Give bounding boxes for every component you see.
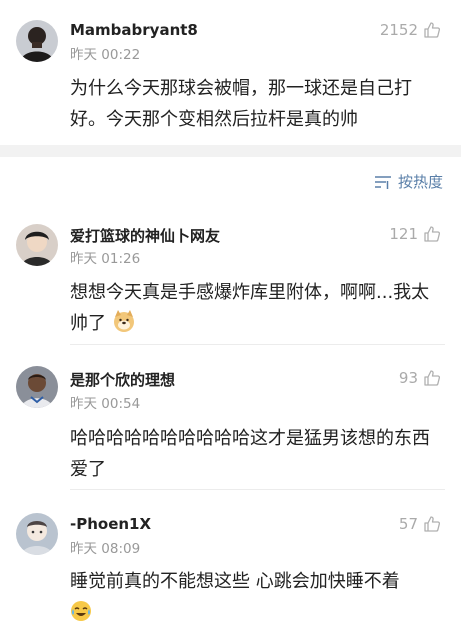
avatar[interactable] [16,20,58,62]
like-button[interactable]: 57 [399,515,441,533]
divider [70,344,445,345]
username[interactable]: 爱打篮球的神仙卜网友 [70,225,220,246]
comment-text: 哈哈哈哈哈哈哈哈哈哈这才是猛男该想的东西 爱了 [70,428,430,480]
sort-by-hot-button[interactable]: 按热度 [374,171,443,192]
user-avatar-icon [16,224,58,266]
comment-time: 昨天 08:09 [70,541,141,557]
thumbs-up-icon [424,516,441,532]
like-count: 57 [398,515,418,533]
like-button[interactable]: 2152 [380,21,441,39]
sort-lines-icon [374,175,391,189]
doge-emoji-icon [113,310,134,332]
comment-text-content: 睡觉前真的不能想这些 心跳会加快睡不着 [70,571,400,592]
thumbs-up-icon [424,370,441,386]
thumbs-up-icon [424,22,441,38]
comment-item: 爱打篮球的神仙卜网友 昨天 01:26 121 想想今天真是手感爆炸库里附体，啊… [0,205,461,345]
user-avatar-icon [16,513,58,555]
comment-item: 是那个欣的理想 昨天 00:54 93 哈哈哈哈哈哈哈哈哈哈这才是猛男该想的东西… [0,346,461,490]
like-count: 121 [389,225,418,243]
thumbs-up-icon [424,226,441,242]
top-comment: Mambabryant8 昨天 00:22 2152 为什么今天那球会被帽，那一… [0,0,461,145]
like-count: 93 [398,369,418,387]
avatar[interactable] [16,366,58,408]
like-count: 2152 [379,21,418,39]
sort-bar: 按热度 [0,157,461,205]
username[interactable]: 是那个欣的理想 [70,369,175,390]
comment-text: 想想今天真是手感爆炸库里附体，啊啊...我太帅了 [70,277,443,339]
comment-time: 昨天 00:22 [70,47,141,63]
avatar[interactable] [16,513,58,555]
avatar[interactable] [16,224,58,266]
user-avatar-icon [16,366,58,408]
section-separator [0,145,461,157]
user-avatar-icon [16,20,58,62]
divider [70,489,445,490]
comment-time: 昨天 01:26 [70,251,141,267]
username[interactable]: -Phoen1X [70,515,151,533]
username[interactable]: Mambabryant8 [70,21,198,39]
comment-item: -Phoen1X 昨天 08:09 57 睡觉前真的不能想这些 心跳会加快睡不着 [0,491,461,630]
like-button[interactable]: 93 [399,369,441,387]
sort-label: 按热度 [397,173,443,191]
comment-text: 睡觉前真的不能想这些 心跳会加快睡不着 [70,566,443,628]
comment-time: 昨天 00:54 [70,396,141,412]
like-button[interactable]: 121 [389,225,441,243]
comment-text: 为什么今天那球会被帽，那一球还是自己打好。今天那个变相然后拉杆是真的帅 [70,78,412,130]
crying-laughing-emoji-icon [71,601,91,621]
